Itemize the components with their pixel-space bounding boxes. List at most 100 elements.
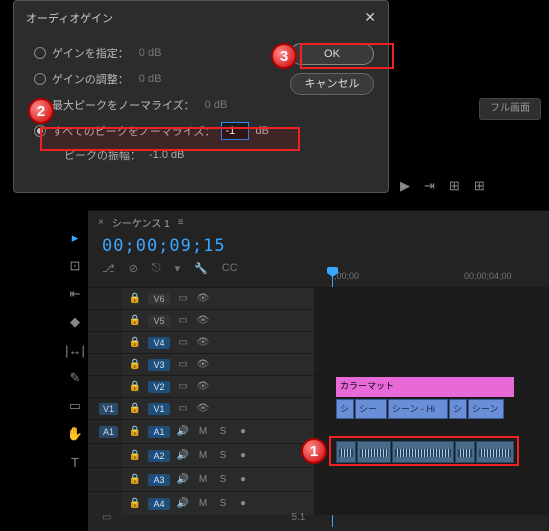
rec-button[interactable]: ● <box>236 474 250 485</box>
unit-db: dB <box>255 125 268 137</box>
eye-icon[interactable]: 👁 <box>196 359 210 370</box>
snap-icon[interactable]: ⎇ <box>102 262 115 275</box>
link-icon[interactable]: ⊘ <box>129 262 138 275</box>
sequence-name[interactable]: シーケンス 1 <box>112 215 170 230</box>
lock-icon[interactable]: 🔒 <box>128 403 142 414</box>
speaker-icon[interactable]: 🔊 <box>176 426 190 437</box>
marker-icon[interactable]: ▾ <box>175 262 181 275</box>
lane-v4[interactable] <box>314 332 549 353</box>
lock-icon[interactable]: 🔒 <box>128 337 142 348</box>
rec-button[interactable]: ● <box>236 426 250 437</box>
wrench-icon[interactable]: 🔧 <box>194 262 208 275</box>
eye-icon[interactable]: 👁 <box>196 381 210 392</box>
video-clip[interactable]: シーン <box>468 399 504 419</box>
track-a3[interactable]: A3 <box>148 474 170 486</box>
track-v4[interactable]: V4 <box>148 337 170 349</box>
rect-tool[interactable]: ▭ <box>65 396 85 416</box>
toggle-icon[interactable]: ▭ <box>176 359 190 370</box>
lane-v6[interactable] <box>314 288 549 309</box>
video-clip[interactable]: シー <box>355 399 387 419</box>
lock-icon[interactable]: 🔒 <box>128 381 142 392</box>
speaker-icon[interactable]: 🔊 <box>176 474 190 485</box>
mute-button[interactable]: M <box>196 450 210 461</box>
close-icon[interactable]: ✕ <box>364 9 376 26</box>
add-marker2-icon[interactable]: ⊞ <box>474 178 485 194</box>
audio-clip[interactable] <box>357 441 391 463</box>
mute-button[interactable]: M <box>196 474 210 485</box>
radio-norm-all[interactable] <box>34 125 46 137</box>
step-icon[interactable]: ⇥ <box>424 178 435 194</box>
lane-v5[interactable] <box>314 310 549 331</box>
video-clip[interactable]: シーン - Hi <box>388 399 448 419</box>
lock-icon[interactable]: 🔒 <box>128 293 142 304</box>
lane-a1[interactable] <box>314 420 549 443</box>
seq-close-icon[interactable]: × <box>98 217 104 228</box>
track-v1[interactable]: V1 <box>148 403 170 415</box>
audio-clip[interactable] <box>336 441 356 463</box>
track-select-tool[interactable]: ⊡ <box>65 256 85 276</box>
razor-tool[interactable]: ◆ <box>65 312 85 332</box>
speaker-icon[interactable]: 🔊 <box>176 450 190 461</box>
lock-icon[interactable]: 🔒 <box>128 359 142 370</box>
selection-tool[interactable]: ▸ <box>65 228 85 248</box>
lane-v3[interactable] <box>314 354 549 375</box>
current-timecode[interactable]: 00;00;09;15 <box>88 234 549 258</box>
track-a1[interactable]: A1 <box>148 426 170 438</box>
add-marker-icon[interactable]: ⊞ <box>449 178 460 194</box>
cc-icon[interactable]: CC <box>222 262 238 275</box>
label-amplitude: ピークの振幅： <box>64 147 141 163</box>
lock-icon[interactable]: 🔒 <box>128 426 142 437</box>
fullscreen-button[interactable]: フル画面 <box>479 98 541 120</box>
radio-set-gain[interactable] <box>34 47 46 59</box>
audio-clip[interactable] <box>455 441 475 463</box>
track-v3[interactable]: V3 <box>148 359 170 371</box>
slip-tool[interactable]: |↔| <box>65 340 85 360</box>
label-adjust-gain: ゲインの調整： <box>52 71 129 87</box>
track-v2[interactable]: V2 <box>148 381 170 393</box>
solo-button[interactable]: S <box>216 450 230 461</box>
input-norm-all[interactable] <box>221 122 249 140</box>
pen-tool[interactable]: ✎ <box>65 368 85 388</box>
callout-1: 1 <box>301 438 327 464</box>
eye-icon[interactable]: 👁 <box>196 337 210 348</box>
toggle-icon[interactable]: ▭ <box>176 293 190 304</box>
type-tool[interactable]: T <box>65 452 85 472</box>
lane-a4[interactable] <box>314 492 549 515</box>
video-clip[interactable]: シ <box>336 399 354 419</box>
toggle-icon[interactable]: ▭ <box>176 315 190 326</box>
hand-tool[interactable]: ✋ <box>65 424 85 444</box>
radio-adjust-gain[interactable] <box>34 73 46 85</box>
audio-clip[interactable] <box>392 441 454 463</box>
video-clip[interactable]: シ <box>449 399 467 419</box>
track-v6[interactable]: V6 <box>148 293 170 305</box>
lock-icon[interactable]: 🔒 <box>128 315 142 326</box>
toggle-icon[interactable]: ▭ <box>176 381 190 392</box>
lock-icon[interactable]: 🔒 <box>128 474 142 485</box>
clip-colormat[interactable]: カラーマット <box>336 377 514 397</box>
seq-menu-icon[interactable]: ≡ <box>178 217 184 228</box>
ripple-tool[interactable]: ⇤ <box>65 284 85 304</box>
magnet-icon[interactable]: ⎋ <box>152 262 161 275</box>
eye-icon[interactable]: 👁 <box>196 315 210 326</box>
audio-clip[interactable] <box>476 441 514 463</box>
toggle-icon[interactable]: ▭ <box>176 403 190 414</box>
ok-button[interactable]: OK <box>290 43 374 65</box>
eye-icon[interactable]: 👁 <box>196 403 210 414</box>
lane-a3[interactable] <box>314 468 549 491</box>
track-a2[interactable]: A2 <box>148 450 170 462</box>
lock-icon[interactable]: 🔒 <box>128 450 142 461</box>
eye-icon[interactable]: 👁 <box>196 293 210 304</box>
value-norm-max: 0 dB <box>205 99 228 111</box>
track-v5[interactable]: V5 <box>148 315 170 327</box>
solo-button[interactable]: S <box>216 426 230 437</box>
mute-button[interactable]: M <box>196 426 210 437</box>
src-v1[interactable]: V1 <box>99 403 118 415</box>
play-icon[interactable]: ▶ <box>400 178 410 194</box>
time-ruler[interactable]: ;00;00 00;00;04;00 <box>314 271 549 287</box>
rec-button[interactable]: ● <box>236 450 250 461</box>
cancel-button[interactable]: キャンセル <box>290 73 374 95</box>
toggle-icon[interactable]: ▭ <box>176 337 190 348</box>
src-a1[interactable]: A1 <box>99 426 118 438</box>
solo-button[interactable]: S <box>216 474 230 485</box>
master-track-icon[interactable]: ▭ <box>102 512 111 523</box>
